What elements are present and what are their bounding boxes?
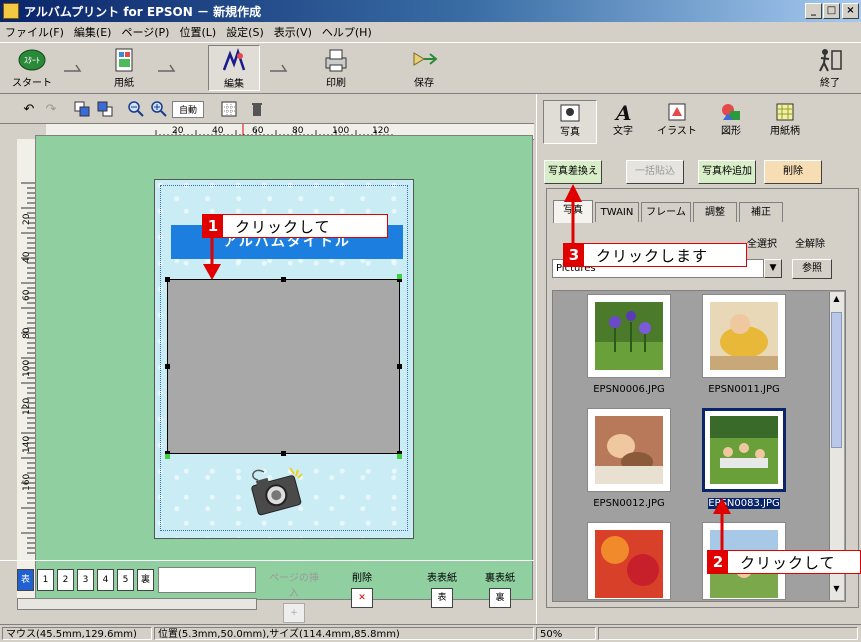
arrow-3-icon xyxy=(564,184,582,244)
status-mouse: マウス(45.5mm,129.6mm) xyxy=(2,627,152,640)
callout-step-3: 3 クリックします xyxy=(563,243,747,267)
instruction-arrows xyxy=(203,184,731,550)
callout-step-1: 1 クリックして xyxy=(202,214,388,238)
status-position: 位置(5.3mm,50.0mm),サイズ(114.4mm,85.8mm) xyxy=(154,627,534,640)
status-extra xyxy=(598,627,858,640)
status-bar: マウス(45.5mm,129.6mm) 位置(5.3mm,50.0mm),サイズ… xyxy=(0,624,861,642)
arrow-2-icon xyxy=(713,498,731,550)
status-zoom: 50% xyxy=(536,627,596,640)
arrow-1-icon xyxy=(203,232,221,280)
callout-step-2: 2 クリックして xyxy=(707,550,861,574)
